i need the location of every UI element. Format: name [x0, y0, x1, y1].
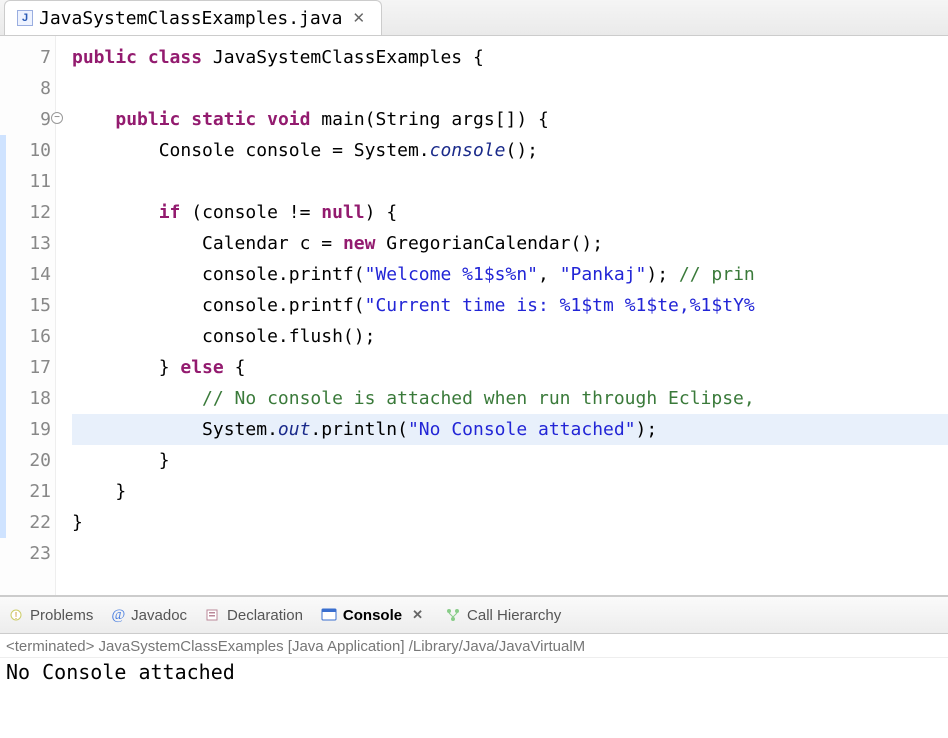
call-hierarchy-icon [445, 607, 461, 623]
code-line[interactable]: if (console != null) { [72, 197, 948, 228]
tab-label: Console [343, 607, 402, 624]
tab-console[interactable]: Console ✕ [321, 607, 427, 624]
line-number-gutter: 789−1011121314151617181920212223 [0, 36, 56, 595]
editor-tab-filename: JavaSystemClassExamples.java [39, 8, 342, 29]
line-number: 7 [0, 42, 51, 73]
code-line[interactable]: } else { [72, 352, 948, 383]
code-line[interactable]: } [72, 476, 948, 507]
line-number: 18 [0, 383, 51, 414]
tab-label: Problems [30, 607, 93, 624]
problems-icon: ! [8, 607, 24, 623]
line-number: 15 [0, 290, 51, 321]
code-line[interactable]: } [72, 507, 948, 538]
java-file-icon: J [17, 10, 33, 26]
code-line[interactable]: System.out.println("No Console attached"… [72, 414, 948, 445]
tab-call-hierarchy[interactable]: Call Hierarchy [445, 607, 561, 624]
line-number: 23 [0, 538, 51, 569]
console-output: No Console attached [0, 658, 948, 686]
code-line[interactable]: Calendar c = new GregorianCalendar(); [72, 228, 948, 259]
tab-label: Call Hierarchy [467, 607, 561, 624]
declaration-icon [205, 607, 221, 623]
line-number: 22 [0, 507, 51, 538]
code-area[interactable]: public class JavaSystemClassExamples { p… [56, 36, 948, 595]
line-number: 14 [0, 259, 51, 290]
editor-tab[interactable]: J JavaSystemClassExamples.java ✕ [4, 0, 382, 35]
code-line[interactable]: public static void main(String args[]) { [72, 104, 948, 135]
code-line[interactable]: console.printf("Current time is: %1$tm %… [72, 290, 948, 321]
tab-label: Javadoc [131, 607, 187, 624]
tab-problems[interactable]: ! Problems [8, 607, 93, 624]
code-line[interactable]: public class JavaSystemClassExamples { [72, 42, 948, 73]
line-number: 19 [0, 414, 51, 445]
console-icon [321, 607, 337, 623]
code-line[interactable]: Console console = System.console(); [72, 135, 948, 166]
line-number: 16 [0, 321, 51, 352]
code-line[interactable]: // No console is attached when run throu… [72, 383, 948, 414]
line-number: 8 [0, 73, 51, 104]
tab-label: Declaration [227, 607, 303, 624]
code-line[interactable]: } [72, 445, 948, 476]
tab-javadoc[interactable]: @ Javadoc [111, 607, 187, 624]
code-editor[interactable]: 789−1011121314151617181920212223 public … [0, 36, 948, 596]
close-icon[interactable]: ✕ [348, 9, 369, 27]
line-number: 21 [0, 476, 51, 507]
javadoc-icon: @ [111, 607, 125, 624]
line-number: 10 [0, 135, 51, 166]
line-number: 12 [0, 197, 51, 228]
code-line[interactable]: console.flush(); [72, 321, 948, 352]
bottom-views-tabbar: ! Problems @ Javadoc Declaration Console… [0, 596, 948, 634]
console-status-line: <terminated> JavaSystemClassExamples [Ja… [0, 634, 948, 658]
code-line[interactable] [72, 166, 948, 197]
close-icon[interactable]: ✕ [408, 607, 427, 623]
editor-tab-bar: J JavaSystemClassExamples.java ✕ [0, 0, 948, 36]
line-number: 13 [0, 228, 51, 259]
tab-declaration[interactable]: Declaration [205, 607, 303, 624]
line-number: 20 [0, 445, 51, 476]
line-number: 17 [0, 352, 51, 383]
line-number: 9− [0, 104, 51, 135]
code-line[interactable]: console.printf("Welcome %1$s%n", "Pankaj… [72, 259, 948, 290]
line-number: 11 [0, 166, 51, 197]
code-line[interactable] [72, 73, 948, 104]
code-line[interactable] [72, 538, 948, 569]
svg-text:!: ! [15, 611, 18, 622]
